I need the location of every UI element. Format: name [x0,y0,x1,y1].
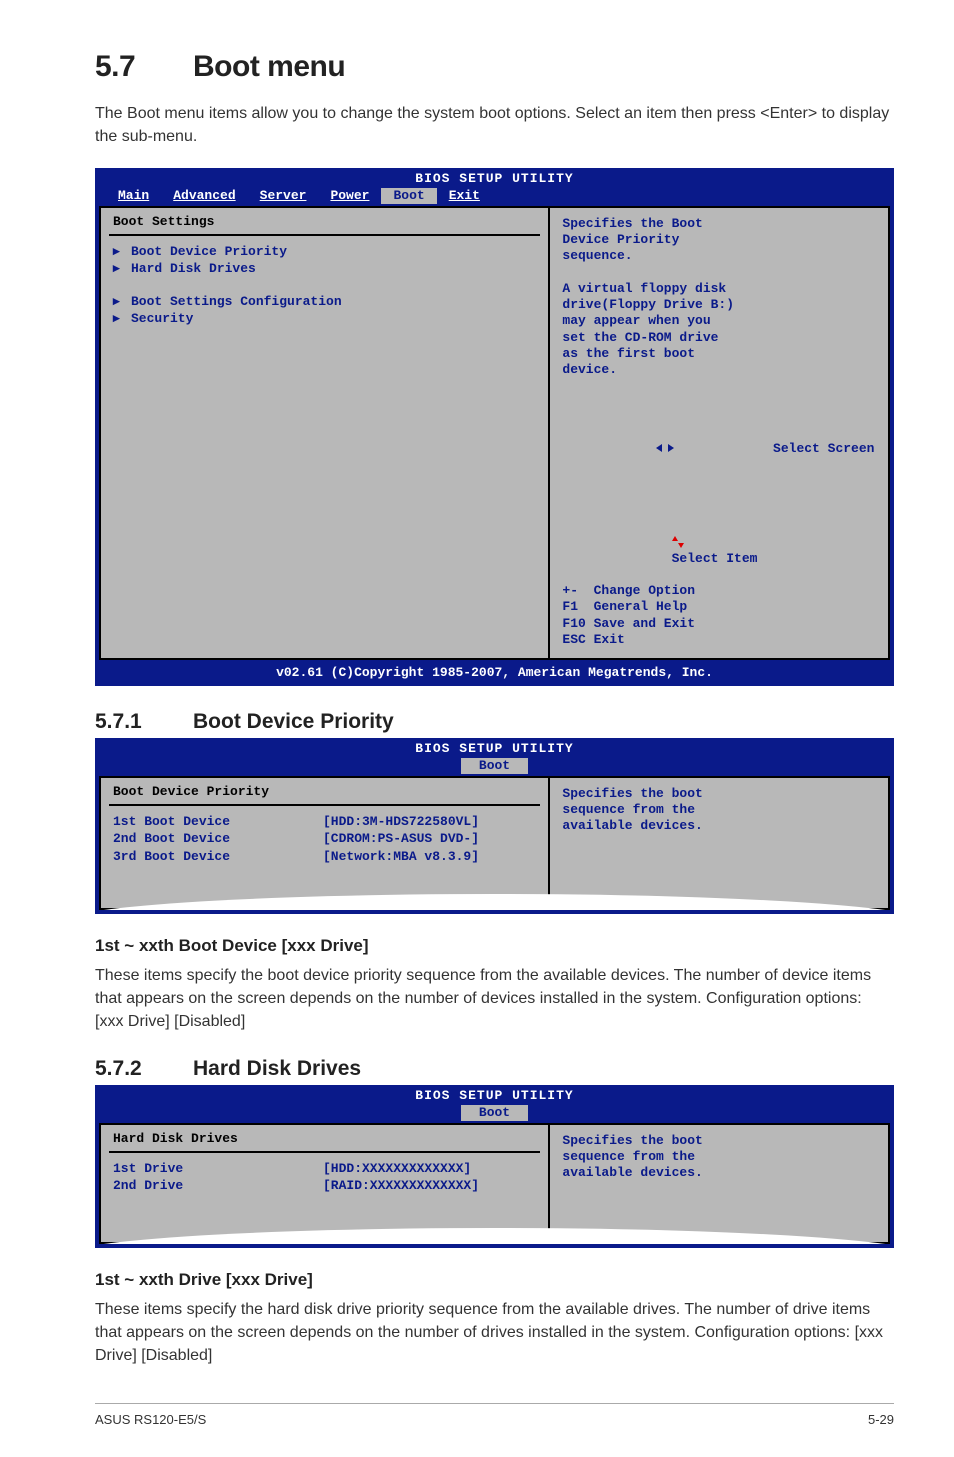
bios-setting-value: [HDD:XXXXXXXXXXXXX] [323,1161,471,1177]
spacer [113,279,536,293]
footer-page-number: 5-29 [868,1412,894,1427]
bios-tab-bar: Boot [96,758,893,776]
triangle-right-icon: ▸ [113,261,131,277]
subsection-title: Hard Disk Drives [193,1057,361,1080]
bios-setting-value: [CDROM:PS-ASUS DVD-] [323,831,479,847]
bios-nav-esc-exit: ESC Exit [562,632,876,648]
bios-menu-item-hard-disk-drives[interactable]: ▸ Hard Disk Drives [113,261,536,277]
bios-setting-2nd-drive[interactable]: 2nd Drive [RAID:XXXXXXXXXXXXX] [113,1178,536,1194]
bios-setting-1st-drive[interactable]: 1st Drive [HDD:XXXXXXXXXXXXX] [113,1161,536,1177]
bios-tab-boot[interactable]: Boot [461,1105,528,1121]
bios-help-line: device. [562,362,876,378]
bios-menu-label: Security [131,311,193,327]
bios-setting-3rd-boot-device[interactable]: 3rd Boot Device [Network:MBA v8.3.9] [113,849,536,865]
bios-tab-exit[interactable]: Exit [437,188,492,204]
intro-paragraph: The Boot menu items allow you to change … [95,102,894,148]
bios-help-pane: Specifies the boot sequence from the ava… [550,776,890,910]
subsection-title: Boot Device Priority [193,710,394,733]
bios-nav-select-item: Select Item [562,502,876,583]
bios-section-title: Hard Disk Drives [109,1131,540,1153]
bios-help-line: Specifies the boot [562,1133,876,1149]
subsection-1-item-heading: 1st ~ xxth Boot Device [xxx Drive] [95,936,894,956]
bios-tab-boot[interactable]: Boot [461,758,528,774]
bios-help-pane: Specifies the boot sequence from the ava… [550,1123,890,1244]
section-number: 5.7 [95,50,193,84]
bios-setting-2nd-boot-device[interactable]: 2nd Boot Device [CDROM:PS-ASUS DVD-] [113,831,536,847]
bios-left-pane: Hard Disk Drives 1st Drive [HDD:XXXXXXXX… [99,1123,550,1244]
bios-menu-label: Hard Disk Drives [131,261,256,277]
section-title: Boot menu [193,50,345,83]
bios-copyright-footer: v02.61 (C)Copyright 1985-2007, American … [96,663,893,685]
bios-help-line: sequence. [562,248,876,264]
bios-left-pane: Boot Device Priority 1st Boot Device [HD… [99,776,550,910]
bios-panel-boot-settings: BIOS SETUP UTILITY Main Advanced Server … [95,168,894,686]
bios-left-pane: Boot Settings ▸ Boot Device Priority ▸ H… [99,206,550,660]
bios-nav-help: Select Screen Select Item +- Change Opti… [562,394,876,648]
bios-help-line: drive(Floppy Drive B:) [562,297,876,313]
bios-tab-bar: Main Advanced Server Power Boot Exit [96,188,893,206]
bios-section-title: Boot Settings [109,214,540,236]
bios-tab-power[interactable]: Power [318,188,381,204]
triangle-right-icon: ▸ [113,311,131,327]
bios-help-line: A virtual floppy disk [562,281,876,297]
subsection-number: 5.7.1 [95,710,193,734]
triangle-right-icon: ▸ [113,244,131,260]
subsection-heading-1: 5.7.1Boot Device Priority [95,710,894,734]
spacer [113,1196,536,1226]
bios-help-line: Specifies the Boot [562,216,876,232]
bios-tab-advanced[interactable]: Advanced [161,188,247,204]
bios-nav-save-exit: F10 Save and Exit [562,616,876,632]
bios-help-line: sequence from the [562,1149,876,1165]
bios-nav-select-screen: Select Screen [562,394,876,502]
bios-menu-item-security[interactable]: ▸ Security [113,311,536,327]
bios-tab-bar: Boot [96,1105,893,1123]
arrows-left-right-icon [656,411,765,486]
bios-menu-label: Boot Settings Configuration [131,294,342,310]
subsection-2-paragraph: These items specify the hard disk drive … [95,1298,894,1368]
bios-help-line: as the first boot [562,346,876,362]
bios-help-line: Specifies the boot [562,786,876,802]
bios-setting-label: 1st Drive [113,1161,323,1177]
bios-menu-item-boot-device-priority[interactable]: ▸ Boot Device Priority [113,244,536,260]
bios-menu-label: Boot Device Priority [131,244,287,260]
section-heading: 5.7Boot menu [95,50,894,84]
bios-help-line: sequence from the [562,802,876,818]
bios-setting-value: [RAID:XXXXXXXXXXXXX] [323,1178,479,1194]
bios-setting-label: 2nd Boot Device [113,831,323,847]
subsection-2-item-heading: 1st ~ xxth Drive [xxx Drive] [95,1270,894,1290]
bios-tab-server[interactable]: Server [248,188,319,204]
subsection-number: 5.7.2 [95,1057,193,1081]
bios-title: BIOS SETUP UTILITY [96,1086,893,1104]
subsection-heading-2: 5.7.2Hard Disk Drives [95,1057,894,1081]
bios-setting-value: [Network:MBA v8.3.9] [323,849,479,865]
bios-setting-label: 2nd Drive [113,1178,323,1194]
footer-product: ASUS RS120-E5/S [95,1412,206,1427]
arrows-up-down-icon [562,534,683,565]
bios-nav-general-help: F1 General Help [562,599,876,615]
bios-tab-main[interactable]: Main [106,188,161,204]
bios-nav-change-option: +- Change Option [562,583,876,599]
bios-setting-value: [HDD:3M-HDS722580VL] [323,814,479,830]
bios-help-pane: Specifies the Boot Device Priority seque… [550,206,890,660]
triangle-right-icon: ▸ [113,294,131,310]
bios-panel-hard-disk-drives: BIOS SETUP UTILITY Boot Hard Disk Drives… [95,1085,894,1247]
page-footer: ASUS RS120-E5/S 5-29 [95,1403,894,1427]
bios-help-line: set the CD-ROM drive [562,330,876,346]
bios-setting-label: 1st Boot Device [113,814,323,830]
bios-title: BIOS SETUP UTILITY [96,169,893,187]
bios-setting-label: 3rd Boot Device [113,849,323,865]
bios-help-line [562,265,876,281]
spacer [113,866,536,892]
bios-help-line: Device Priority [562,232,876,248]
bios-help-line: available devices. [562,1165,876,1181]
bios-tab-boot[interactable]: Boot [381,188,436,204]
bios-help-line: may appear when you [562,313,876,329]
bios-title: BIOS SETUP UTILITY [96,739,893,757]
bios-menu-item-boot-settings-config[interactable]: ▸ Boot Settings Configuration [113,294,536,310]
bios-setting-1st-boot-device[interactable]: 1st Boot Device [HDD:3M-HDS722580VL] [113,814,536,830]
bios-panel-boot-device-priority: BIOS SETUP UTILITY Boot Boot Device Prio… [95,738,894,914]
bios-section-title: Boot Device Priority [109,784,540,806]
bios-help-line: available devices. [562,818,876,834]
subsection-1-paragraph: These items specify the boot device prio… [95,964,894,1034]
